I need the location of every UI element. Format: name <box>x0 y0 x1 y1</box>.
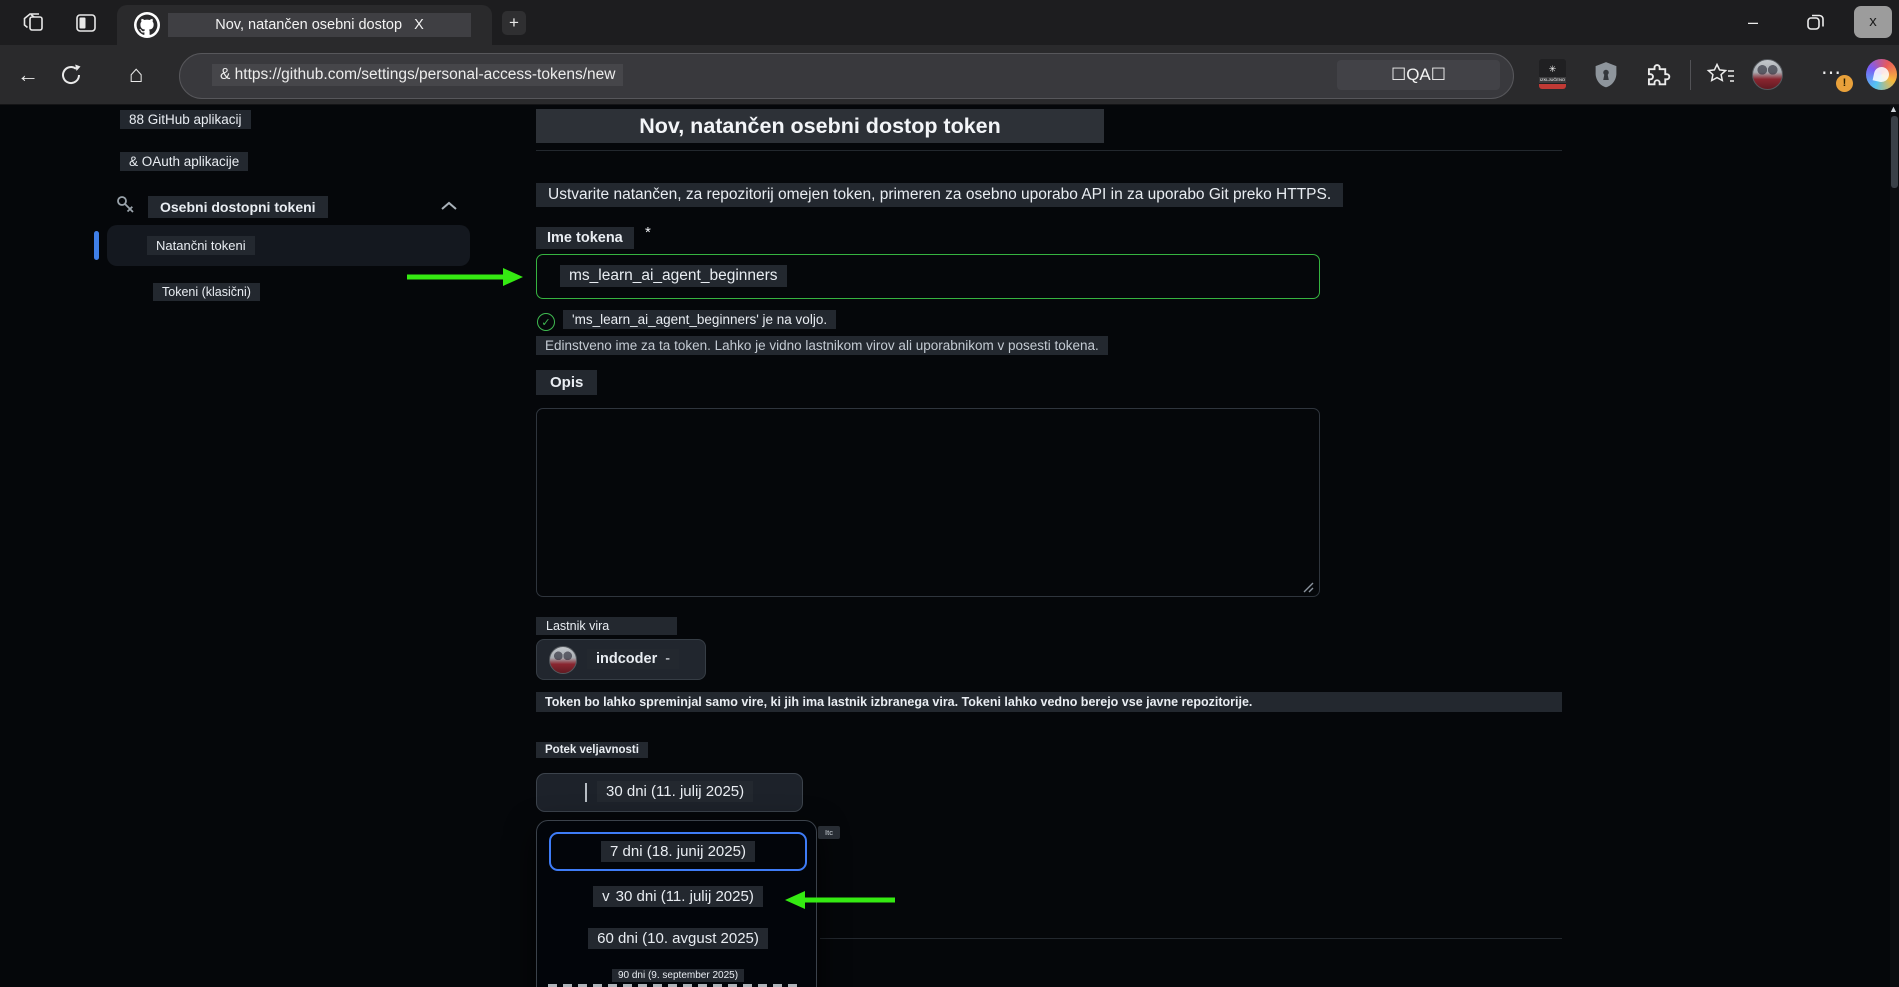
owner-caret: - <box>665 651 671 667</box>
description-textarea[interactable] <box>536 408 1320 597</box>
workspaces-icon[interactable] <box>22 11 48 35</box>
token-name-help-text: Edinstveno ime za ta token. Lahko je vid… <box>536 336 1108 355</box>
scrollbar-track[interactable] <box>1890 105 1899 987</box>
description-label: Opis <box>536 370 598 395</box>
qa-badge[interactable]: ☐QA☐ <box>1337 60 1500 90</box>
scrollbar-thumb[interactable] <box>1891 116 1898 188</box>
warning-badge: ! <box>1836 75 1853 92</box>
token-name-label: Ime tokena <box>536 227 634 249</box>
minimize-button[interactable]: – <box>1736 7 1770 37</box>
annotation-arrow-left <box>783 889 898 911</box>
sparkle-icon: ✳ <box>1548 64 1557 74</box>
close-button[interactable]: x <box>1854 6 1892 38</box>
resource-owner-label: Lastnik vira <box>536 617 677 635</box>
sidebar-item-fine-grained-tokens[interactable]: Natančni tokeni <box>147 236 255 255</box>
new-tab-button[interactable]: + <box>502 11 526 35</box>
selected-check-glyph: v <box>602 888 610 905</box>
dropdown-option-60-days[interactable]: 60 dni (10. avgust 2025) <box>549 928 807 949</box>
toolbar-divider <box>1690 60 1691 90</box>
extension-state-label: IZKLJUČENO <box>1539 77 1566 83</box>
extensions-puzzle-icon[interactable] <box>1646 61 1674 89</box>
back-button[interactable]: ← <box>11 58 45 92</box>
dropdown-mini-badge: Itc <box>818 826 840 839</box>
text-cursor-bar <box>585 783 587 802</box>
token-name-value[interactable]: ms_learn_ai_agent_beginners <box>560 265 787 287</box>
dropdown-option-90-days[interactable]: 90 dni (9. september 2025) <box>549 969 807 982</box>
tab-title-text: Nov, natančen osebni dostop <box>215 17 403 33</box>
profile-avatar[interactable] <box>1752 59 1783 90</box>
tab-title: Nov, natančen osebni dostop X <box>168 13 471 37</box>
annotation-arrow-right <box>405 266 525 288</box>
browser-window: Nov, natančen osebni dostop X + – x ← ⌂ … <box>0 0 1899 987</box>
expiration-label: Potek veljavnosti <box>536 742 648 758</box>
dropdown-option-30-days[interactable]: v 30 dni (11. julij 2025) <box>549 886 807 907</box>
shield-privacy-icon[interactable] <box>1592 61 1620 89</box>
expiration-selected-value[interactable]: 30 dni (11. julij 2025) <box>597 781 754 802</box>
copilot-icon[interactable] <box>1866 59 1897 90</box>
sidebar-item-classic-tokens[interactable]: Tokeni (klasični) <box>153 283 260 301</box>
required-asterisk: * <box>645 224 651 241</box>
tab-close-button[interactable]: X <box>414 17 424 33</box>
dropdown-option-7-days[interactable]: 7 dni (18. junij 2025) <box>549 832 807 871</box>
restore-button[interactable] <box>1804 11 1826 33</box>
sidebar-item-oauth-apps[interactable]: & OAuth aplikacije <box>120 152 249 171</box>
adblock-extension-icon[interactable]: ✳ IZKLJUČENO <box>1539 59 1566 89</box>
token-name-success-message: 'ms_learn_ai_agent_beginners' je na volj… <box>563 310 837 329</box>
owner-avatar <box>549 646 577 674</box>
chevron-up-icon[interactable] <box>438 197 460 215</box>
resize-handle-icon[interactable] <box>1300 579 1314 593</box>
key-icon <box>114 193 138 217</box>
sidebar-item-github-apps[interactable]: 88 GitHub aplikacij <box>120 110 251 129</box>
owner-note: Token bo lahko spreminjal samo vire, ki … <box>536 692 1562 712</box>
page-intro: Ustvarite natančen, za repozitorij omeje… <box>536 183 1344 207</box>
extension-red-bar <box>1539 84 1566 89</box>
resource-owner-button[interactable]: indcoder - <box>536 639 706 680</box>
github-favicon <box>134 12 160 38</box>
refresh-button[interactable] <box>58 62 84 88</box>
tab-sidebar-icon[interactable] <box>74 11 98 35</box>
home-button[interactable]: ⌂ <box>119 58 153 92</box>
favorites-star-icon[interactable] <box>1706 61 1734 89</box>
owner-name: indcoder - <box>587 649 680 669</box>
selected-indicator-bar <box>94 231 99 260</box>
check-circle-icon: ✓ <box>537 313 555 331</box>
sidebar-section-personal-access-tokens[interactable]: Osebni dostopni tokeni <box>148 196 328 218</box>
page-title: Nov, natančen osebni dostop token <box>536 109 1104 143</box>
title-divider <box>536 150 1562 151</box>
section-divider <box>820 938 1562 939</box>
url-text[interactable]: & https://github.com/settings/personal-a… <box>212 64 624 86</box>
scroll-up-arrow[interactable]: ▲ <box>1889 104 1898 114</box>
